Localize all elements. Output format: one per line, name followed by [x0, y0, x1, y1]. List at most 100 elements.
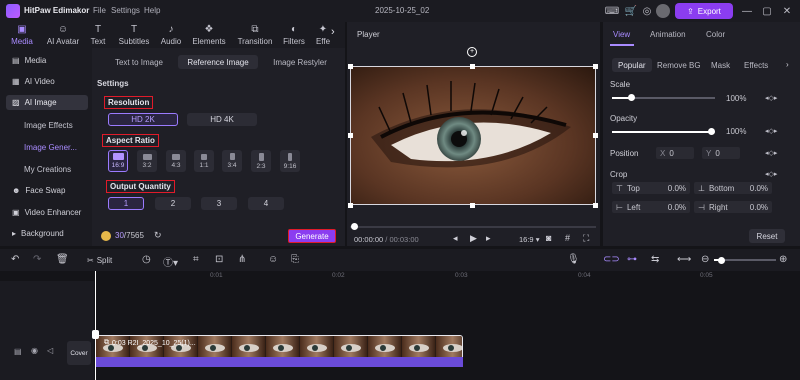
grid-icon[interactable]: #	[565, 233, 570, 243]
step-forward-icon[interactable]: ▸	[486, 233, 491, 244]
track-audio-icon[interactable]: ◁	[47, 346, 53, 355]
keyframe-icon[interactable]: ◂◇▸	[765, 170, 777, 178]
resize-handle[interactable]	[593, 133, 598, 138]
close-icon[interactable]: ✕	[779, 3, 795, 19]
resolution-option-2k[interactable]: HD 2K	[108, 113, 178, 126]
keyboard-icon[interactable]: ⌨	[604, 3, 620, 19]
generate-button[interactable]: Generate	[288, 229, 336, 243]
track-visibility-icon[interactable]: ◉	[31, 346, 38, 355]
cart-icon[interactable]: 🛒	[623, 3, 639, 19]
auto-icon[interactable]: ⎘	[291, 254, 299, 265]
keyframe-icon[interactable]: ◂◇▸	[765, 127, 777, 135]
fit-icon[interactable]: ⟷	[677, 254, 691, 265]
resize-handle[interactable]	[593, 203, 598, 208]
sidebar-item-face-swap[interactable]: ☻ Face Swap	[6, 183, 88, 198]
camera-icon[interactable]: ◙	[546, 233, 551, 243]
tab-text[interactable]: T Text	[84, 23, 112, 47]
refresh-icon[interactable]: ↻	[154, 230, 162, 241]
sidebar-item-video-enhancer[interactable]: ▣ Video Enhancer	[6, 205, 88, 220]
sidebar-sub-image-generator[interactable]: Image Gener...	[24, 143, 77, 152]
opacity-value[interactable]: 100%	[726, 127, 746, 136]
crop-icon[interactable]: ⌗	[193, 254, 199, 265]
tab-transition[interactable]: ⧉ Transition	[232, 23, 278, 47]
resize-handle[interactable]	[348, 64, 353, 69]
tab-animation[interactable]: Animation	[650, 30, 686, 39]
maximize-icon[interactable]: ▢	[759, 3, 775, 19]
ratio-option-1-1[interactable]: 1:1	[194, 150, 214, 172]
rotate-handle-icon[interactable]: +	[467, 47, 477, 57]
scale-slider-knob[interactable]	[628, 94, 635, 101]
scale-value[interactable]: 100%	[726, 94, 746, 103]
player-scrubber[interactable]	[350, 226, 596, 228]
subtab-text-to-image[interactable]: Text to Image	[112, 55, 166, 69]
keyframe-icon[interactable]: ◂◇▸	[765, 94, 777, 102]
speed-icon[interactable]: ◷	[142, 254, 151, 265]
reset-button[interactable]: Reset	[749, 229, 785, 243]
step-back-icon[interactable]: ◂	[453, 233, 458, 244]
crop-right-field[interactable]: ⊣ Right 0.0%	[694, 201, 772, 213]
freeze-icon[interactable]: ⊡	[215, 254, 223, 265]
position-y-field[interactable]: Y0	[702, 147, 740, 159]
delete-icon[interactable]: 🗑	[56, 254, 69, 265]
subtab-mask[interactable]: Mask	[705, 58, 736, 72]
subtab-remove-bg[interactable]: Remove BG	[651, 58, 707, 72]
sidebar-sub-image-effects[interactable]: Image Effects	[24, 121, 73, 130]
trim-icon[interactable]: ⇆	[651, 254, 659, 265]
text-style-icon[interactable]: Ⓣ▾	[163, 254, 178, 269]
chevron-right-icon[interactable]: ›	[786, 60, 789, 69]
position-x-field[interactable]: X0	[656, 147, 694, 159]
ratio-option-9-16[interactable]: 9:16	[280, 150, 300, 172]
subtab-effects[interactable]: Effects	[738, 58, 774, 72]
menu-file[interactable]: File	[93, 6, 106, 15]
subtab-image-restyler[interactable]: Image Restyler	[268, 55, 332, 69]
video-preview[interactable]	[350, 66, 596, 205]
tab-view[interactable]: View	[613, 30, 630, 39]
opacity-slider-knob[interactable]	[708, 128, 715, 135]
chevron-right-icon[interactable]: ›	[331, 26, 335, 38]
resize-handle[interactable]	[470, 203, 475, 208]
crop-bottom-field[interactable]: ⊥ Bottom 0.0%	[694, 182, 772, 194]
keyframe-icon[interactable]: ◂◇▸	[765, 149, 777, 157]
crop-top-field[interactable]: ⊤ Top 0.0%	[612, 182, 690, 194]
resize-handle[interactable]	[348, 203, 353, 208]
mirror-icon[interactable]: ⋔	[238, 254, 246, 265]
export-button[interactable]: ⇪ Export	[675, 3, 733, 19]
tab-media[interactable]: ▣ Media	[2, 23, 42, 47]
resize-handle[interactable]	[470, 64, 475, 69]
playhead-handle[interactable]	[92, 330, 99, 339]
tab-color[interactable]: Color	[706, 30, 725, 39]
opacity-slider[interactable]	[612, 131, 715, 133]
scrubber-knob[interactable]	[351, 223, 358, 230]
redo-icon[interactable]: ↷	[33, 254, 41, 265]
resolution-option-4k[interactable]: HD 4K	[187, 113, 257, 126]
resize-handle[interactable]	[593, 64, 598, 69]
tab-filters[interactable]: ◐ Filters	[278, 23, 310, 47]
ratio-option-3-4[interactable]: 3:4	[222, 150, 242, 172]
menu-settings[interactable]: Settings	[111, 6, 140, 15]
timeline-ruler[interactable]	[95, 271, 800, 281]
quantity-option-4[interactable]: 4	[248, 197, 284, 210]
tab-audio[interactable]: ♪ Audio	[153, 23, 189, 47]
microphone-icon[interactable]: 🎙	[567, 254, 580, 265]
tab-ai-avatar[interactable]: ☺ AI Avatar	[40, 23, 86, 47]
sidebar-item-ai-image[interactable]: ▨ AI Image	[6, 95, 88, 110]
aspect-dropdown[interactable]: 16:9 ▾	[519, 235, 539, 244]
ratio-option-3-2[interactable]: 3:2	[137, 150, 157, 172]
split-button[interactable]: ✂ Split	[87, 256, 112, 265]
link-icon[interactable]: ⊶	[627, 254, 637, 265]
ratio-option-16-9[interactable]: 16:9	[108, 150, 128, 172]
quantity-option-2[interactable]: 2	[155, 197, 191, 210]
tab-subtitles[interactable]: T Subtitles	[112, 23, 156, 47]
undo-icon[interactable]: ↶	[11, 254, 19, 265]
sidebar-sub-my-creations[interactable]: My Creations	[24, 165, 71, 174]
playhead[interactable]	[95, 271, 96, 380]
zoom-in-icon[interactable]: ⊕	[779, 254, 787, 265]
play-icon[interactable]: ▶	[470, 233, 477, 244]
ratio-option-4-3[interactable]: 4:3	[166, 150, 186, 172]
cover-button[interactable]: Cover	[67, 341, 91, 365]
menu-help[interactable]: Help	[144, 6, 160, 15]
track-lock-icon[interactable]: ▤	[14, 347, 22, 356]
headset-icon[interactable]: ◎	[639, 3, 655, 19]
quantity-option-1[interactable]: 1	[108, 197, 144, 210]
tab-elements[interactable]: ❖ Elements	[187, 23, 231, 47]
